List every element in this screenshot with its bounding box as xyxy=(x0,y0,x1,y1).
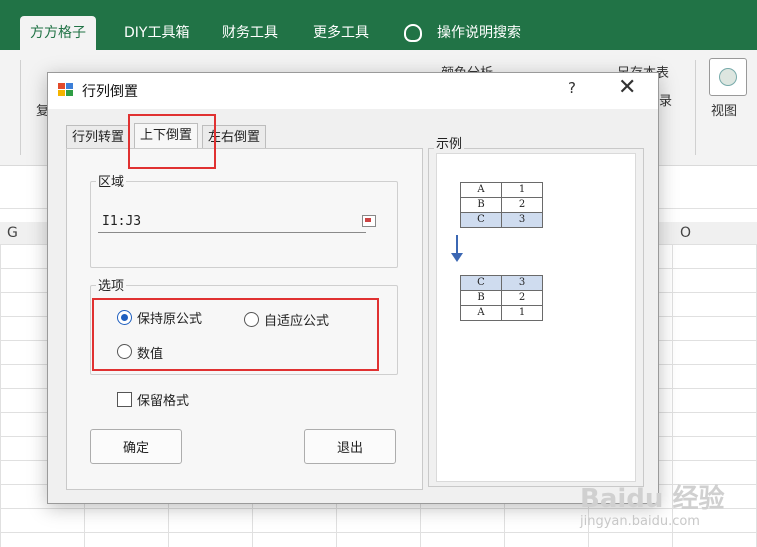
highlight-options xyxy=(92,298,379,371)
app-logo-icon xyxy=(58,83,74,97)
example-cell: C xyxy=(460,212,502,228)
example-cell: B xyxy=(460,197,502,213)
tab-diy[interactable]: DIY工具箱 xyxy=(114,16,199,50)
tab-transpose[interactable]: 行列转置 xyxy=(66,125,131,150)
dialog-titlebar[interactable]: 行列倒置 ? ✕ xyxy=(48,73,658,109)
keep-format-label[interactable]: 保留格式 xyxy=(137,390,189,409)
example-cell: 3 xyxy=(501,212,543,228)
example-cell: 1 xyxy=(501,182,543,198)
keep-format-checkbox[interactable] xyxy=(117,392,132,407)
lightbulb-icon xyxy=(404,24,422,42)
ribbon-tab-bar: 方方格子 DIY工具箱 财务工具 更多工具 操作说明搜索 xyxy=(0,0,757,50)
ribbon-separator xyxy=(695,60,696,155)
ribbon-separator xyxy=(20,60,21,155)
dialog-title: 行列倒置 xyxy=(82,84,138,100)
example-after-table: C3 B2 A1 xyxy=(460,275,543,321)
tab-fangfang[interactable]: 方方格子 xyxy=(20,16,96,50)
watermark-url: jingyan.baidu.com xyxy=(580,514,700,529)
example-cell: A xyxy=(460,182,502,198)
view-button-label[interactable]: 视图 xyxy=(711,100,737,119)
highlight-selected-tab xyxy=(128,114,216,169)
example-cell: 3 xyxy=(501,275,543,291)
example-label: 示例 xyxy=(434,133,465,152)
example-before-table: A1 B2 C3 xyxy=(460,182,543,228)
example-cell: A xyxy=(460,305,502,321)
down-arrow-icon xyxy=(456,235,458,255)
tab-finance[interactable]: 财务工具 xyxy=(212,16,288,50)
exit-button[interactable]: 退出 xyxy=(304,429,396,464)
options-group-label: 选项 xyxy=(96,275,127,294)
example-cell: B xyxy=(460,290,502,306)
search-help[interactable]: 操作说明搜索 xyxy=(427,16,531,50)
example-cell: 2 xyxy=(501,197,543,213)
example-cell: C xyxy=(460,275,502,291)
watermark-brand: Baidu 经验 xyxy=(580,484,725,514)
help-button[interactable]: ? xyxy=(568,79,576,97)
column-header-g[interactable]: G xyxy=(7,225,18,241)
range-picker-icon[interactable] xyxy=(362,215,376,227)
example-cell: 2 xyxy=(501,290,543,306)
close-icon[interactable]: ✕ xyxy=(618,75,636,100)
down-arrow-head xyxy=(451,253,463,262)
tab-more-tools[interactable]: 更多工具 xyxy=(303,16,379,50)
ribbon-fragment-lu: 录 xyxy=(659,94,673,109)
view-icon[interactable] xyxy=(709,58,747,96)
example-cell: 1 xyxy=(501,305,543,321)
ok-button[interactable]: 确定 xyxy=(90,429,182,464)
column-header-o[interactable]: O xyxy=(680,225,691,241)
invert-dialog: 行列倒置 ? ✕ 行列转置 上下倒置 左右倒置 区域 选项 保持原公式 自适应公… xyxy=(47,72,659,504)
area-group-label: 区域 xyxy=(96,171,127,190)
range-input[interactable] xyxy=(98,210,366,233)
